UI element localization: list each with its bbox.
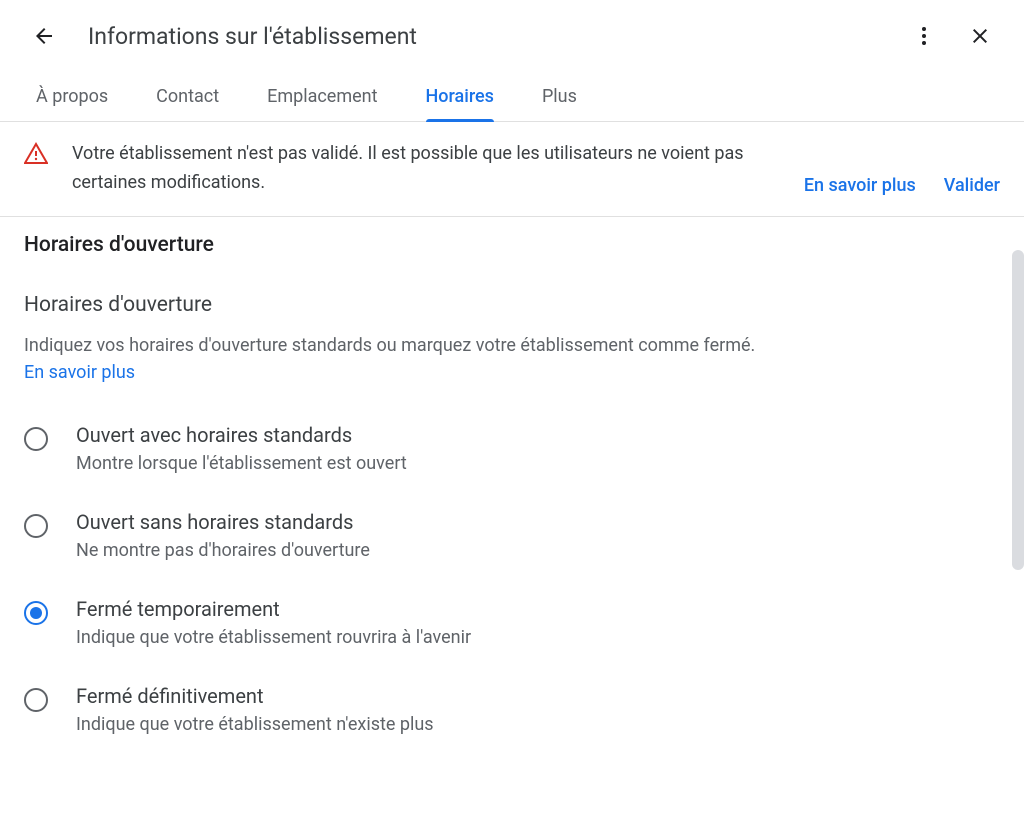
close-button[interactable] [960, 16, 1000, 56]
close-icon [968, 24, 992, 48]
tab-about[interactable]: À propos [12, 72, 132, 121]
more-menu-button[interactable] [904, 16, 944, 56]
tab-location[interactable]: Emplacement [243, 72, 401, 121]
radio-label: Fermé temporairement [76, 597, 471, 621]
subsection-description: Indiquez vos horaires d'ouverture standa… [24, 335, 1000, 356]
scrollbar[interactable] [1012, 250, 1024, 570]
radio-label: Fermé définitivement [76, 684, 434, 708]
radio-option-closed-perm[interactable]: Fermé définitivement Indique que votre é… [24, 684, 1000, 735]
radio-description: Montre lorsque l'établissement est ouver… [76, 453, 407, 474]
header: Informations sur l'établissement [0, 0, 1024, 72]
more-vert-icon [912, 24, 936, 48]
radio-indicator [24, 688, 48, 712]
content: Horaires d'ouverture Horaires d'ouvertur… [0, 217, 1024, 759]
radio-description: Ne montre pas d'horaires d'ouverture [76, 540, 370, 561]
radio-label: Ouvert sans horaires standards [76, 510, 370, 534]
radio-option-open-no-hours[interactable]: Ouvert sans horaires standards Ne montre… [24, 510, 1000, 561]
radio-option-closed-temp[interactable]: Fermé temporairement Indique que votre é… [24, 597, 1000, 648]
radio-indicator [24, 601, 48, 625]
learn-more-link[interactable]: En savoir plus [24, 362, 135, 383]
alert-validate-button[interactable]: Valider [944, 175, 1000, 196]
radio-description: Indique que votre établissement n'existe… [76, 714, 434, 735]
arrow-left-icon [32, 24, 56, 48]
radio-indicator [24, 514, 48, 538]
warning-icon [24, 142, 48, 170]
section-title: Horaires d'ouverture [24, 233, 1000, 257]
page-title: Informations sur l'établissement [88, 23, 880, 50]
radio-description: Indique que votre établissement rouvrira… [76, 627, 471, 648]
validation-alert: Votre établissement n'est pas validé. Il… [0, 122, 1024, 217]
hours-radio-group: Ouvert avec horaires standards Montre lo… [24, 423, 1000, 735]
tab-more[interactable]: Plus [518, 72, 601, 121]
radio-label: Ouvert avec horaires standards [76, 423, 407, 447]
tab-contact[interactable]: Contact [132, 72, 243, 121]
alert-learn-more-link[interactable]: En savoir plus [804, 175, 916, 196]
tab-hours[interactable]: Horaires [402, 72, 518, 121]
radio-indicator [24, 427, 48, 451]
alert-text: Votre établissement n'est pas validé. Il… [72, 140, 780, 198]
radio-option-open-standard[interactable]: Ouvert avec horaires standards Montre lo… [24, 423, 1000, 474]
tabs: À propos Contact Emplacement Horaires Pl… [0, 72, 1024, 122]
subsection-title: Horaires d'ouverture [24, 293, 1000, 317]
back-button[interactable] [24, 16, 64, 56]
